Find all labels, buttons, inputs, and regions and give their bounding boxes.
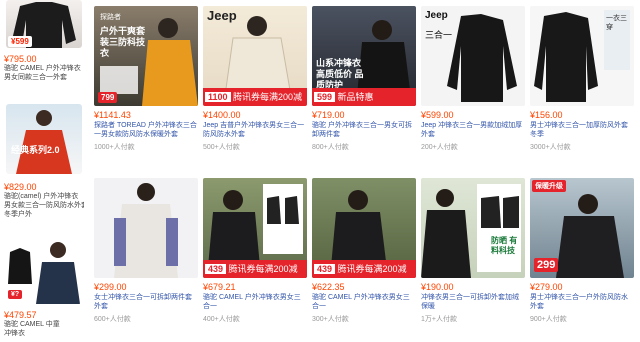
promo-banner: 439 腾讯券每满200减30 [203, 260, 307, 278]
left-thumb-top[interactable]: ¥599 [6, 0, 82, 48]
promo-banner: 1100 腾讯券每满200减30 [203, 88, 307, 106]
sales-count: 3000+人付款 [530, 144, 571, 151]
promo-banner: 599 新品特惠 [312, 88, 416, 106]
promo-tag: 保暖升级 [532, 180, 566, 192]
product-image: 一衣三穿 [530, 6, 634, 106]
price: ¥1400.00 [203, 110, 241, 120]
image-text: 一衣三穿 [606, 15, 627, 31]
brand-logo: Jeep [207, 8, 237, 23]
product-image: 山系冲锋衣 高质低价 品质防护 599 新品特惠 [312, 6, 416, 106]
jacket-image [114, 183, 178, 278]
product-title[interactable]: 骆驼 CAMEL 户外冲锋衣男女三合一 [312, 293, 416, 311]
sales-count: 300+人付款 [312, 316, 349, 323]
price-badge: 299 [534, 258, 559, 272]
jacket-image [447, 14, 517, 102]
thumb-label: ¥? [8, 290, 23, 299]
item-text: 男女同款三合一外套 [4, 74, 67, 81]
product-title[interactable]: 骆驼 户外冲锋衣三合一男女可拆卸两件套 [312, 121, 416, 139]
price: ¥479.57 [4, 310, 37, 320]
product-title[interactable]: Jeep 冲锋衣三合一男款加绒加厚外套 [421, 121, 525, 139]
price: ¥719.00 [312, 110, 345, 120]
sales-count: 400+人付款 [203, 316, 240, 323]
price: ¥679.21 [203, 282, 236, 292]
price-badge: 439 [314, 264, 336, 274]
sales-count: 500+人付款 [203, 144, 240, 151]
price-badge: 599 [314, 92, 336, 102]
price-badge: 799 [98, 92, 118, 103]
price: ¥622.35 [312, 282, 345, 292]
item-text: 男女款三合一防风防水外套 [4, 202, 84, 209]
product-title[interactable]: 男士冲锋衣三合一户外防风防水外套 [530, 293, 634, 311]
product-image: 439 腾讯券每满200减30 [312, 178, 416, 278]
left-item-2[interactable]: ¥829.00 骆驼(camel) 户外冲锋衣 男女款三合一防风防水外套 冬季户… [4, 182, 84, 219]
price: ¥190.00 [421, 282, 454, 292]
jacket-image [421, 184, 521, 278]
sales-count: 900+人付款 [530, 316, 567, 323]
product-image: 保暖升级 299 [530, 178, 634, 278]
brand-logo: 探路者 [100, 14, 121, 21]
sales-count: 600+人付款 [94, 316, 131, 323]
price-badge: 439 [205, 264, 227, 274]
price: ¥795.00 [4, 54, 37, 64]
left-thumb-2[interactable]: 经典系列2.0 [6, 104, 82, 174]
item-text: 骆驼(camel) 户外冲锋衣 [4, 193, 79, 200]
product-image: 户外干爽套装三防科技衣 探路者 799 [94, 6, 198, 106]
product-image: Jeep 三合一 [421, 6, 525, 106]
price: ¥279.00 [530, 282, 563, 292]
product-title[interactable]: Jeep 吉普户外冲锋衣男女三合一防风防水外套 [203, 121, 307, 139]
product-title[interactable]: 探路者 TOREAD 户外冲锋衣三合一男女款防风防水保暖外套 [94, 121, 198, 139]
item-text: 骆驼 CAMEL 中童 [4, 321, 60, 328]
left-column: ¥599 ¥795.00 骆驼 CAMEL 户外冲锋衣 男女同款三合一外套 经典… [0, 0, 86, 342]
price: ¥829.00 [4, 182, 37, 192]
item-text: 冲锋衣 [4, 330, 25, 337]
promo-text: 新品特惠 [337, 92, 374, 102]
product-image: Jeep 1100 腾讯券每满200减30 [203, 6, 307, 106]
image-text: 户外干爽套装三防科技衣 [100, 26, 146, 58]
sales-count: 1000+人付款 [94, 144, 135, 151]
promo-banner: 439 腾讯券每满200减30 [312, 260, 416, 278]
sales-count: 200+人付款 [421, 144, 458, 151]
price: ¥1141.43 [94, 110, 131, 120]
image-text: 山系冲锋衣 高质低价 品质防护 [316, 58, 364, 90]
jacket-image [16, 110, 72, 174]
price: ¥156.00 [530, 110, 563, 120]
left-thumb-3[interactable]: ¥? [6, 232, 82, 304]
image-text: 防晒 有料科技 [491, 236, 518, 255]
product-title[interactable]: 骆驼 CAMEL 户外冲锋衣男女三合一 [203, 293, 307, 311]
thumb-title: 经典系列2.0 [11, 145, 60, 155]
product-image [94, 178, 198, 278]
price: ¥599.00 [421, 110, 454, 120]
left-item-3[interactable]: ¥479.57 骆驼 CAMEL 中童 冲锋衣 [4, 310, 84, 338]
product-title[interactable]: 女士冲锋衣三合一可拆卸两件套外套 [94, 293, 198, 311]
product-image: 防晒 有料科技 [421, 178, 525, 278]
image-text: 三合一 [425, 30, 453, 40]
left-item-1[interactable]: ¥795.00 骆驼 CAMEL 户外冲锋衣 男女同款三合一外套 [4, 54, 84, 82]
product-title[interactable]: 男士冲锋衣三合一加厚防风外套冬季 [530, 121, 634, 139]
item-text: 冬季户外 [4, 211, 32, 218]
sales-count: 1万+人付款 [421, 316, 457, 323]
product-image: 439 腾讯券每满200减30 [203, 178, 307, 278]
sales-count: 800+人付款 [312, 144, 349, 151]
brand-logo: Jeep [425, 10, 448, 21]
price-badge: 1100 [205, 92, 231, 102]
product-title[interactable]: 冲锋衣男三合一可拆卸外套加绒保暖 [421, 293, 525, 311]
price-badge: ¥599 [8, 36, 32, 47]
item-text: 骆驼 CAMEL 户外冲锋衣 [4, 65, 81, 72]
price: ¥299.00 [94, 282, 127, 292]
